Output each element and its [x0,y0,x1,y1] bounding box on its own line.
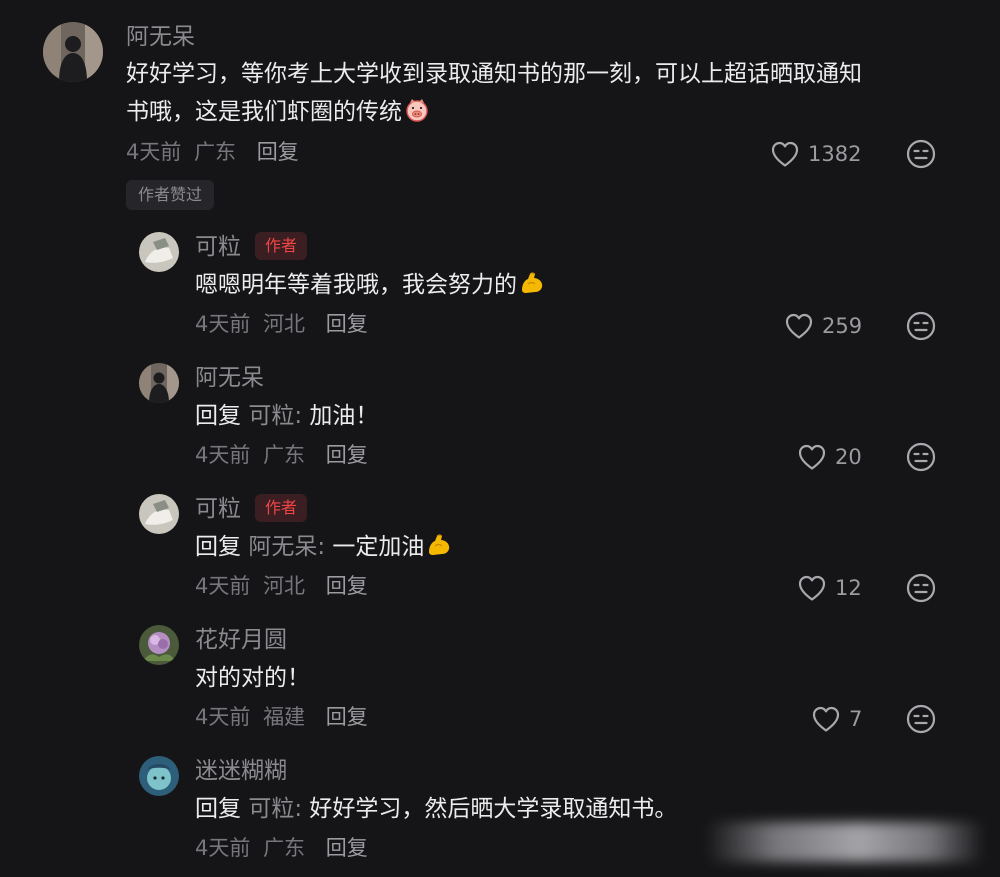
comment-meta: 4天前 广东 回复 [195,838,368,859]
timestamp: 4天前 [195,836,251,860]
comment-text-line: 加油！ [309,403,379,429]
avatar[interactable] [139,363,179,403]
comment-text: 好好学习，等你考上大学收到录取通知书的那一刻，可以上超话晒取通知 [126,56,862,92]
avatar[interactable] [139,625,179,665]
comment-text-line: 好好学习，然后晒大学录取通知书。 [309,796,678,822]
reply-button[interactable]: 回复 [326,443,368,467]
comment-text-line: 书哦，这是我们虾圈的传统 [126,99,402,125]
avatar[interactable] [139,756,179,796]
blurred-watermark [705,822,985,862]
meh-face-icon[interactable] [906,573,936,603]
author-badge: 作者 [255,232,308,260]
comment-text-line: 一定加油 [332,534,425,560]
username[interactable]: 可粒 [195,498,241,521]
reply-prefix: 回复 [195,796,241,822]
comment-meta: 4天前 福建 回复 [195,707,368,728]
like-button[interactable]: 20 [797,443,862,471]
comment-text: 嗯嗯明年等着我哦，我会努力的 [195,267,545,303]
like-count: 7 [849,706,863,731]
comment-text-line: 好好学习，等你考上大学收到录取通知书的那一刻，可以上超话晒取通知 [126,61,862,87]
heart-outline-icon [797,443,827,471]
comment-meta: 4天前 河北 回复 [195,314,368,335]
like-button[interactable]: 7 [811,705,862,733]
reply-button[interactable]: 回复 [326,312,368,336]
heart-outline-icon [811,705,841,733]
timestamp: 4天前 [126,140,182,164]
avatar[interactable] [139,232,179,272]
like-count: 259 [822,313,863,338]
like-count: 12 [835,575,862,600]
location: 福建 [263,705,306,729]
comment-text-line: 嗯嗯明年等着我哦，我会努力的 [195,272,517,298]
reply-prefix: 回复 [195,403,241,429]
username[interactable]: 花好月圆 [195,629,287,652]
meh-face-icon[interactable] [906,704,936,734]
comment-text: 对的对的！ [195,660,310,696]
avatar[interactable] [43,22,103,82]
meh-face-icon[interactable] [906,139,936,169]
pig-face-emoji [404,97,430,123]
meh-face-icon[interactable] [906,442,936,472]
timestamp: 4天前 [195,574,251,598]
location: 广东 [263,836,306,860]
comment-text: 回复 可粒: 好好学习，然后晒大学录取通知书。 [195,791,677,827]
reply-target[interactable]: 可粒: [248,796,302,822]
comment-meta: 4天前 广东 回复 [126,142,299,163]
heart-outline-icon [784,312,814,340]
reply-target[interactable]: 阿无呆: [248,534,325,560]
reply-prefix: 回复 [195,534,241,560]
like-count: 20 [835,444,862,469]
heart-outline-icon [797,574,827,602]
comment-text: 回复 可粒: 加油！ [195,398,378,434]
reply-button[interactable]: 回复 [257,140,299,164]
like-button[interactable]: 1382 [770,140,861,168]
like-button[interactable]: 259 [784,312,862,340]
avatar[interactable] [139,494,179,534]
like-button[interactable]: 12 [797,574,862,602]
flexed-biceps-emoji [519,270,545,296]
username[interactable]: 阿无呆 [126,26,195,49]
flexed-biceps-emoji [426,532,452,558]
timestamp: 4天前 [195,312,251,336]
location: 广东 [194,140,237,164]
reply-button[interactable]: 回复 [326,836,368,860]
comment-text: 回复 阿无呆: 一定加油 [195,529,452,565]
reply-button[interactable]: 回复 [326,705,368,729]
comment-meta: 4天前 河北 回复 [195,576,368,597]
timestamp: 4天前 [195,443,251,467]
comment-meta: 4天前 广东 回复 [195,445,368,466]
author-badge: 作者 [255,494,308,522]
author-liked-badge: 作者赞过 [126,180,215,210]
username[interactable]: 阿无呆 [195,367,264,390]
location: 河北 [263,312,306,336]
heart-outline-icon [770,140,800,168]
timestamp: 4天前 [195,705,251,729]
username[interactable]: 可粒 [195,236,241,259]
reply-target[interactable]: 可粒: [248,403,302,429]
comment-text-line: 对的对的！ [195,665,310,691]
username[interactable]: 迷迷糊糊 [195,760,287,783]
meh-face-icon[interactable] [906,311,936,341]
location: 广东 [263,443,306,467]
reply-button[interactable]: 回复 [326,574,368,598]
like-count: 1382 [808,141,862,166]
location: 河北 [263,574,306,598]
comment-text-continued: 书哦，这是我们虾圈的传统 [126,94,430,130]
